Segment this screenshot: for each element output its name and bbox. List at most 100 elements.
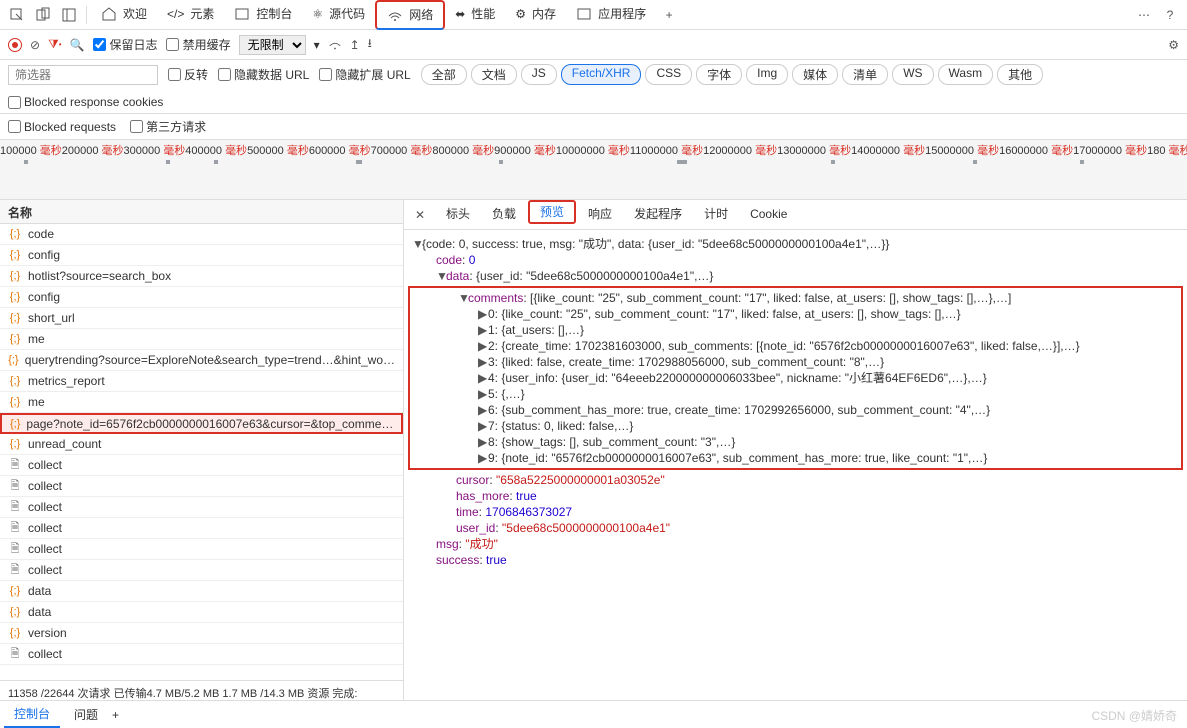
filter-pill-js[interactable]: JS [521, 64, 557, 85]
request-row[interactable]: {;}me [0, 329, 403, 350]
request-row[interactable]: 🗎collect [0, 560, 403, 581]
json-icon: {;} [8, 312, 22, 324]
tab-network[interactable]: 网络 [375, 0, 445, 30]
filter-pill-ws[interactable]: WS [892, 64, 933, 85]
filter-pill-文档[interactable]: 文档 [471, 64, 517, 85]
expand-icon[interactable]: ▶ [478, 418, 488, 434]
request-row[interactable]: {;}me [0, 392, 403, 413]
preview-tab-1[interactable]: 负载 [482, 200, 526, 230]
tab-memory[interactable]: ⚙内存 [505, 0, 566, 30]
close-icon[interactable]: ✕ [408, 208, 432, 222]
request-row[interactable]: {;}code [0, 224, 403, 245]
filter-pill-img[interactable]: Img [746, 64, 788, 85]
preview-body[interactable]: ▼{code: 0, success: true, msg: "成功", dat… [404, 230, 1187, 704]
settings-icon[interactable]: ⚙ [1168, 38, 1179, 52]
request-row[interactable]: {;}querytrending?source=ExploreNote&sear… [0, 350, 403, 371]
add-tab-icon[interactable]: + [656, 2, 682, 28]
request-row[interactable]: 🗎collect [0, 455, 403, 476]
filter-pill-其他[interactable]: 其他 [997, 64, 1043, 85]
preserve-log-checkbox[interactable]: 保留日志 [93, 36, 158, 53]
expand-icon[interactable]: ▶ [478, 338, 488, 354]
request-row[interactable]: {;}config [0, 245, 403, 266]
hide-data-urls-checkbox[interactable]: 隐藏数据 URL [218, 66, 309, 83]
request-row[interactable]: 🗎collect [0, 518, 403, 539]
drawer-tab-issues[interactable]: 问题 [64, 702, 108, 727]
request-row[interactable]: 🗎collect [0, 497, 403, 518]
preview-tab-5[interactable]: 计时 [694, 200, 738, 230]
filter-pill-css[interactable]: CSS [645, 64, 692, 85]
add-drawer-tab-icon[interactable]: + [112, 708, 119, 722]
request-name: data [28, 605, 51, 619]
tab-performance[interactable]: ⬌性能 [445, 0, 505, 30]
search-icon[interactable]: 🔍 [70, 38, 85, 52]
blocked-requests-checkbox[interactable]: Blocked requests [8, 118, 116, 135]
filter-input[interactable] [8, 65, 158, 85]
expand-icon[interactable]: ▶ [478, 434, 488, 450]
download-icon[interactable]: ⭳ [368, 34, 372, 55]
request-row[interactable]: {;}version [0, 623, 403, 644]
preview-tab-4[interactable]: 发起程序 [624, 200, 692, 230]
expand-icon[interactable]: ▶ [478, 370, 488, 386]
device-icon[interactable] [30, 2, 56, 28]
request-row[interactable]: {;} short_url [0, 308, 403, 329]
upload-icon[interactable]: ↥ [350, 38, 360, 52]
request-row[interactable]: {;}metrics_report [0, 371, 403, 392]
request-row[interactable]: {;}data [0, 602, 403, 623]
expand-icon[interactable]: ▶ [478, 402, 488, 418]
record-icon[interactable] [8, 38, 22, 52]
expand-icon[interactable]: ▶ [478, 450, 488, 466]
help-icon[interactable]: ? [1157, 2, 1183, 28]
tab-sources[interactable]: ⚛源代码 [302, 0, 375, 30]
document-icon: 🗎 [8, 456, 22, 475]
tab-welcome[interactable]: 欢迎 [91, 0, 157, 30]
filter-pill-wasm[interactable]: Wasm [938, 64, 994, 85]
preview-tab-2[interactable]: 预览 [528, 200, 576, 224]
timeline[interactable]: 100000 毫秒 200000 毫秒 300000 毫秒 400000 毫秒 … [0, 140, 1187, 200]
expand-icon[interactable]: ▶ [478, 386, 488, 402]
filter-pill-字体[interactable]: 字体 [696, 64, 742, 85]
blocked-cookies-checkbox[interactable]: Blocked response cookies [8, 95, 163, 109]
filter-pill-全部[interactable]: 全部 [421, 64, 467, 85]
request-name: short_url [28, 311, 75, 325]
preview-tab-3[interactable]: 响应 [578, 200, 622, 230]
preview-tabs: ✕ 标头负载预览响应发起程序计时Cookie [404, 200, 1187, 230]
request-row[interactable]: 🗎collect [0, 539, 403, 560]
expand-icon[interactable]: ▼ [436, 268, 446, 284]
tab-console[interactable]: 控制台 [224, 0, 302, 30]
request-row[interactable]: {;}hotlist?source=search_box [0, 266, 403, 287]
preview-tab-6[interactable]: Cookie [740, 200, 797, 230]
wifi-icon[interactable] [328, 38, 342, 52]
expand-icon[interactable]: ▶ [478, 354, 488, 370]
third-party-checkbox[interactable]: 第三方请求 [130, 118, 206, 135]
filter-icon[interactable]: ⧩• [48, 37, 62, 52]
clear-icon[interactable]: ⊘ [30, 38, 40, 52]
expand-icon[interactable]: ▶ [478, 322, 488, 338]
more-icon[interactable]: ⋯ [1131, 2, 1157, 28]
drawer-tab-console[interactable]: 控制台 [4, 701, 60, 728]
request-row[interactable]: 🗎collect [0, 476, 403, 497]
disable-cache-checkbox[interactable]: 禁用缓存 [166, 36, 231, 53]
filter-pill-清单[interactable]: 清单 [842, 64, 888, 85]
invert-checkbox[interactable]: 反转 [168, 66, 208, 83]
preview-tab-0[interactable]: 标头 [436, 200, 480, 230]
request-row[interactable]: {;}config [0, 287, 403, 308]
throttle-select[interactable]: 无限制 [239, 35, 306, 55]
request-row[interactable]: {;}page?note_id=6576f2cb0000000016007e63… [0, 413, 403, 434]
expand-icon[interactable]: ▶ [478, 306, 488, 322]
tab-application[interactable]: 应用程序 [566, 0, 656, 30]
filter-pill-媒体[interactable]: 媒体 [792, 64, 838, 85]
expand-icon[interactable]: ▼ [458, 290, 468, 306]
inspect-icon[interactable] [4, 2, 30, 28]
request-row[interactable]: {;}unread_count [0, 434, 403, 455]
filter-pill-fetch/xhr[interactable]: Fetch/XHR [561, 64, 642, 85]
column-header-name[interactable]: 名称 [0, 200, 403, 224]
dock-icon[interactable] [56, 2, 82, 28]
request-row[interactable]: {;}data [0, 581, 403, 602]
request-list[interactable]: {;}code{;}config{;}hotlist?source=search… [0, 224, 403, 680]
tab-elements[interactable]: </>元素 [157, 0, 224, 30]
expand-icon[interactable]: ▼ [412, 236, 422, 252]
request-name: collect [28, 563, 62, 577]
request-name: me [28, 332, 45, 346]
hide-ext-urls-checkbox[interactable]: 隐藏扩展 URL [319, 66, 410, 83]
request-row[interactable]: 🗎collect [0, 644, 403, 665]
